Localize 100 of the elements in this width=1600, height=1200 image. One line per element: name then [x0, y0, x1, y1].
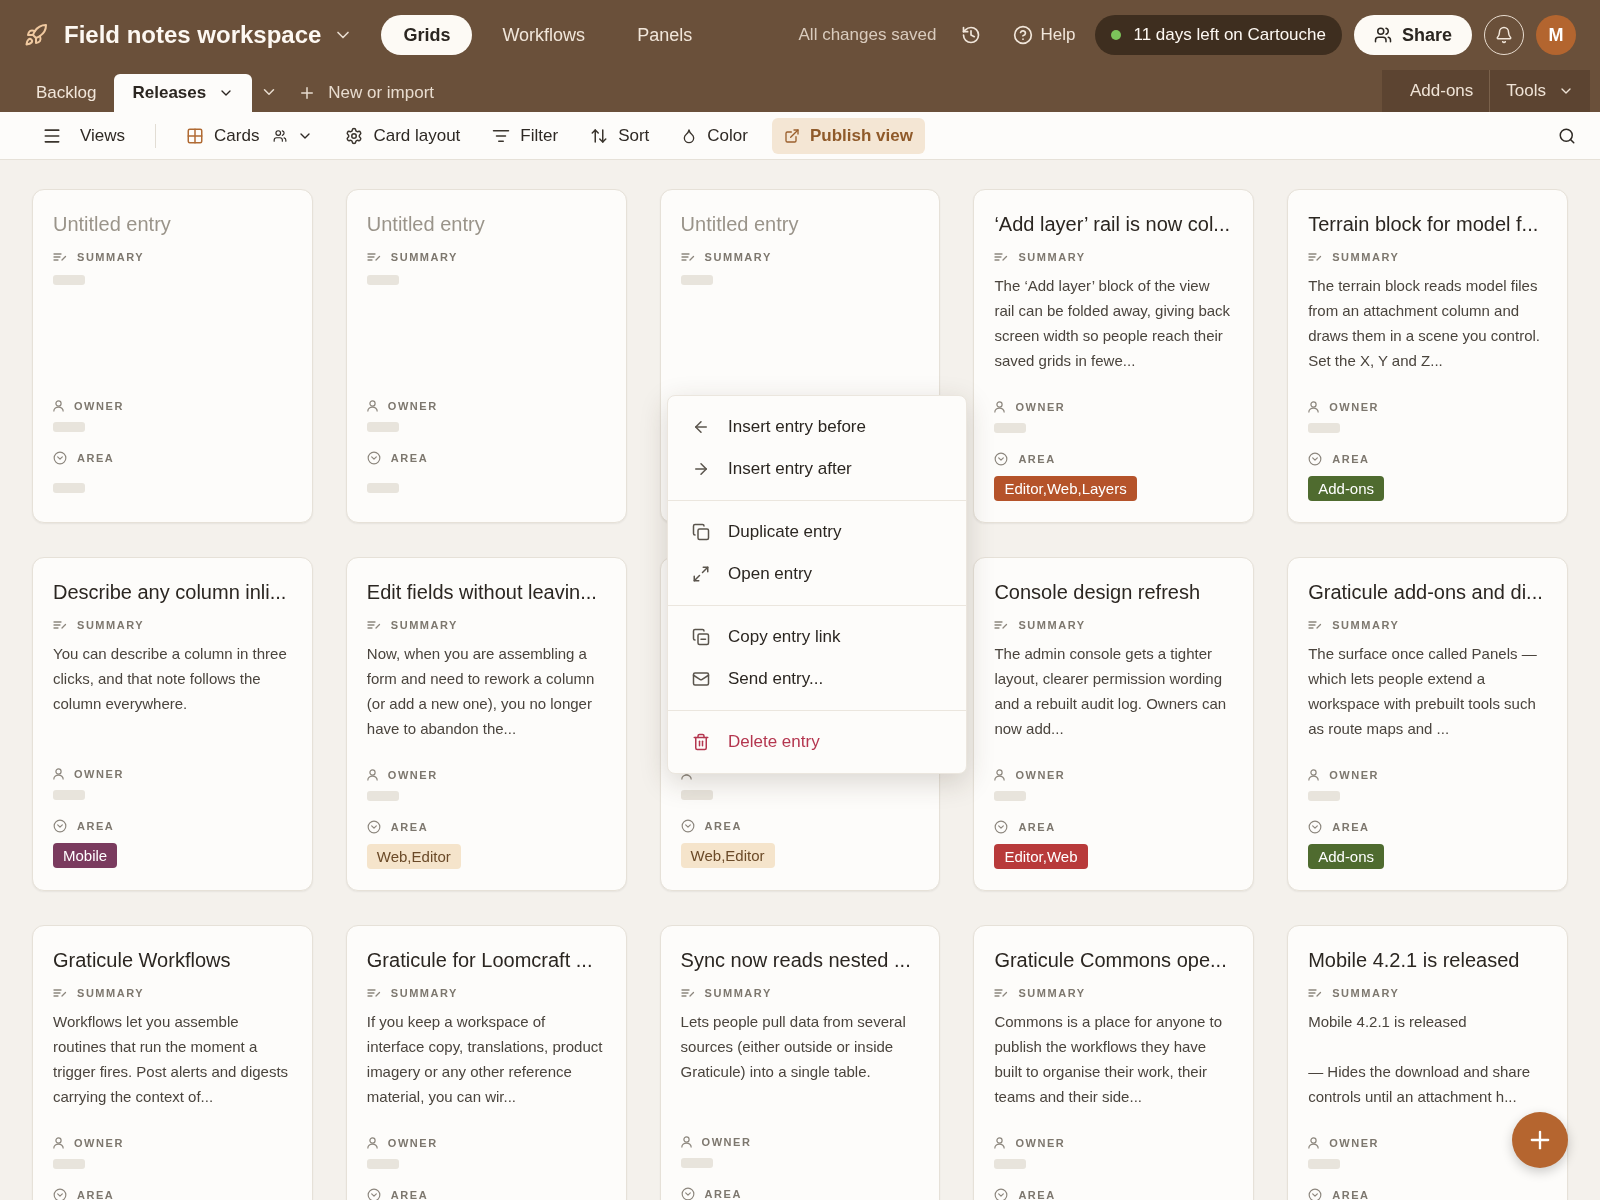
people-icon	[273, 128, 288, 143]
settings-icon	[345, 126, 364, 145]
entry-card[interactable]: Untitled entry SUMMARY OWNER AREA	[345, 189, 627, 523]
entry-card[interactable]: Sync now reads nested ... SUMMARY Lets people pull data from several sources (either outside or inside Graticule) into a single table. OWNER AREA	[659, 925, 941, 1200]
field-label: AREA	[1018, 451, 1056, 467]
toolbar-button[interactable]: Card layout	[337, 117, 469, 154]
menu-item[interactable]: Delete entry	[668, 721, 966, 763]
nav-tab[interactable]: Panels	[615, 15, 715, 55]
entry-card[interactable]: ‘Add layer’ rail is now col... SUMMARY The ‘Add layer’ block of the view rail can be folded away, giving back screen width so people reach their saved grids in fewe... OWNER AREA Editor,Web,Layers	[973, 189, 1255, 523]
field-label: SUMMARY	[390, 617, 458, 633]
empty-value	[680, 790, 713, 800]
entry-card[interactable]: Untitled entry SUMMARY OWNER AREA	[32, 189, 313, 523]
person-icon	[1308, 401, 1320, 413]
card-title: Mobile 4.2.1 is released	[1308, 948, 1520, 973]
nav-tab[interactable]: Grids	[381, 15, 473, 55]
field-label: SUMMARY	[1018, 985, 1086, 1001]
entry-card[interactable]: Graticule Workflows SUMMARY Workflows let you assemble routines that run the moment a trigger fires. Post alerts and digests carrying the context of... OWNER AREA	[32, 925, 313, 1200]
empty-value	[366, 422, 399, 433]
field-label: AREA	[77, 450, 115, 466]
entry-card[interactable]: Terrain block for model f... SUMMARY The terrain block reads model files from an attachment column and draws them in a scene you control. Set the X, Y and Z... OWNER AREA Add-ons	[1287, 189, 1568, 523]
select-icon	[366, 451, 381, 466]
entry-card[interactable]: Edit fields without leavin... SUMMARY Now, when you are assembling a form and need to rework a column (or add a new one), you no longer have to abandon the... OWNER AREA Web,Editor	[345, 557, 627, 891]
field-label: SUMMARY	[1018, 617, 1086, 633]
card-title: Graticule add-ons and di...	[1308, 580, 1543, 605]
field-label: AREA	[77, 1187, 115, 1200]
summary-icon	[680, 987, 695, 999]
toolbar-button[interactable]: Color	[673, 117, 756, 154]
view-tab[interactable]: Releases	[114, 74, 253, 112]
summary-text: The admin console gets a tighter layout, clearer permission wording and a rebuilt audit log. Owners can now add...	[994, 644, 1228, 739]
card-title: Terrain block for model f...	[1308, 212, 1539, 237]
person-icon	[53, 768, 64, 780]
summary-icon	[994, 619, 1009, 631]
area-tag: Web,Editor	[366, 844, 461, 869]
toolbar-button[interactable]: Views	[34, 117, 134, 154]
summary-text: The surface once called Panels — which lets people extend a workspace with prebuilt tools such as route maps and ...	[1308, 644, 1538, 739]
summary-icon	[1308, 251, 1323, 263]
share-button[interactable]: Share	[1353, 15, 1472, 55]
menu-item[interactable]: Send entry...	[668, 658, 966, 700]
field-label: SUMMARY	[77, 985, 145, 1001]
select-icon	[53, 819, 67, 833]
search-icon[interactable]	[1558, 126, 1576, 145]
entry-card[interactable]: Graticule add-ons and di... SUMMARY The surface once called Panels — which lets people extend a workspace with prebuilt tools such as route maps and ... OWNER AREA Add-ons	[1287, 557, 1568, 891]
field-label: SUMMARY	[704, 985, 772, 1001]
select-icon	[1308, 820, 1323, 834]
toolbar-button[interactable]: Cards	[178, 117, 322, 154]
field-label: SUMMARY	[390, 249, 458, 265]
trash-icon	[692, 733, 710, 751]
summary-text: Now, when you are assembling a form and need to rework a column (or add a new one), you no longer have to abandon the...	[366, 644, 596, 739]
empty-value	[53, 275, 85, 285]
trial-badge[interactable]: 11 days left on Cartouche	[1095, 15, 1342, 55]
field-label: SUMMARY	[704, 249, 772, 265]
person-icon	[366, 769, 378, 781]
help-button[interactable]: Help	[1012, 22, 1076, 48]
empty-value	[680, 1158, 713, 1169]
select-icon	[680, 819, 695, 833]
toolbar-button[interactable]: Filter	[484, 117, 567, 154]
select-icon	[1308, 452, 1323, 466]
summary-icon	[366, 251, 381, 263]
menu-item[interactable]: Open entry	[668, 553, 966, 595]
field-label: SUMMARY	[1018, 249, 1086, 265]
history-icon[interactable]	[960, 25, 981, 45]
entry-card[interactable]: Console design refresh SUMMARY The admin console gets a tighter layout, clearer permission wording and a rebuilt audit log. Owners can now add... OWNER AREA Editor,Web	[973, 557, 1255, 891]
toolbar-button[interactable]: Publish view	[771, 117, 925, 154]
select-icon	[994, 1188, 1009, 1200]
person-icon	[994, 401, 1006, 413]
avatar[interactable]: M	[1536, 15, 1576, 55]
new-tab-button[interactable]: New or import	[298, 74, 435, 112]
grid-icon	[186, 126, 205, 145]
person-icon	[994, 769, 1006, 781]
card-title: Graticule Workflows	[53, 948, 231, 973]
view-tab[interactable]: Backlog	[18, 74, 115, 112]
field-label: AREA	[390, 1187, 429, 1200]
summary-icon	[1308, 619, 1323, 631]
nav-tab[interactable]: Workflows	[480, 15, 608, 55]
summary-text: Mobile 4.2.1 is released — Hides the download and share controls until an attachment h...	[1308, 1012, 1531, 1107]
menu-item[interactable]: Copy entry link	[668, 616, 966, 658]
field-label: OWNER	[387, 767, 438, 783]
field-label: OWNER	[1015, 767, 1066, 783]
person-icon	[53, 1137, 64, 1149]
entry-card[interactable]: Graticule for Loomcraft ... SUMMARY If you keep a workspace of interface copy, translations, product imagery or any other reference material, you can wir... OWNER AREA	[345, 925, 627, 1200]
select-icon	[366, 1188, 381, 1200]
toolbar-button[interactable]: Sort	[582, 117, 658, 154]
entry-card[interactable]: Mobile 4.2.1 is released SUMMARY Mobile 4.2.1 is released — Hides the download and share controls until an attachment h... OWNER AREA	[1287, 925, 1568, 1200]
empty-value	[53, 422, 85, 433]
empty-value	[1308, 791, 1341, 801]
select-icon	[1308, 1188, 1323, 1200]
summary-icon	[1308, 987, 1323, 999]
mail-icon	[692, 670, 710, 688]
add-ons-button[interactable]: Add-ons	[1382, 70, 1490, 112]
tools-button[interactable]: Tools	[1489, 70, 1590, 112]
card-title: Graticule for Loomcraft ...	[366, 948, 593, 973]
field-label: AREA	[390, 819, 429, 835]
select-icon	[680, 1187, 695, 1200]
entry-card[interactable]: Graticule Commons ope... SUMMARY Commons is a place for anyone to publish the workflows they have built to organise their work, their teams and their side... OWNER AREA	[973, 925, 1255, 1200]
field-label: SUMMARY	[1332, 249, 1400, 265]
area-tag: Editor,Web,Layers	[994, 476, 1137, 501]
entry-card[interactable]: Describe any column inli... SUMMARY You can describe a column in three clicks, and that note follows the column everywhere. OWNER AREA Mobile	[32, 557, 313, 891]
field-label: OWNER	[1329, 767, 1380, 783]
person-icon	[366, 400, 378, 413]
summary-text: Lets people pull data from several sources (either outside or inside Graticule) into a single table.	[680, 1012, 907, 1082]
